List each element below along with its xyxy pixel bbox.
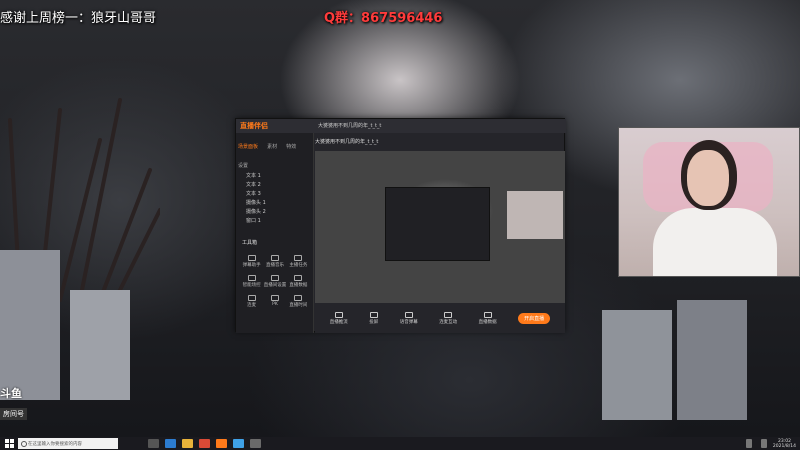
tool-stats[interactable]: 直播数据 — [287, 275, 310, 288]
sidebar-tab-assets[interactable]: 素材 — [267, 143, 277, 150]
windows-logo-icon — [4, 439, 14, 448]
room-settings-icon — [270, 275, 279, 281]
music-icon — [270, 255, 279, 261]
scene-item[interactable]: 文本 1 — [236, 171, 313, 180]
nested-preview-window — [385, 187, 490, 261]
taskbar-search[interactable]: 在这里输入你要搜索的内容 — [18, 438, 118, 449]
pencil-cup-decoration — [602, 300, 747, 420]
toolbox-grid: 弹幕助手 直播音乐 主播任务 智能场控 直播间设置 直播数据 连麦 PK 直播时… — [240, 255, 310, 308]
scene-sidebar: 场景面板 素材 特效 设置 文本 1 文本 2 文本 3 摄像头 1 摄像头 2… — [236, 133, 314, 333]
scene-item[interactable]: 摄像头 2 — [236, 207, 313, 216]
app-icon[interactable] — [250, 439, 261, 448]
clock[interactable]: 23:02 2021/8/14 — [773, 439, 796, 449]
explorer-icon[interactable] — [182, 439, 193, 448]
nested-webcam-preview — [507, 191, 563, 239]
app-titlebar: 直播伴侣 — [236, 119, 566, 133]
preview-caption: 大婆婆用不到几周的年_t_t_t — [315, 139, 379, 145]
task-view-icon[interactable] — [148, 439, 159, 448]
tool-pk[interactable]: PK — [263, 295, 286, 308]
system-tray: 23:02 2021/8/14 — [743, 439, 800, 449]
scene-item[interactable]: 摄像头 1 — [236, 198, 313, 207]
pk-icon — [270, 295, 279, 301]
link-icon — [247, 295, 256, 301]
voice-danmu-button[interactable]: 语音弹幕 — [400, 311, 418, 325]
tool-time[interactable]: 直播时间 — [287, 295, 310, 308]
tool-room-settings[interactable]: 直播间设置 — [263, 275, 286, 288]
stats-icon — [294, 275, 303, 281]
sidebar-tab-settings[interactable]: 设置 — [238, 162, 248, 169]
logo-room-text: 房间号 — [0, 408, 27, 420]
app-icon[interactable] — [233, 439, 244, 448]
monitor-icon — [334, 311, 343, 318]
mic-icon — [444, 311, 453, 318]
qq-group-text: Q群：867596446 — [324, 11, 443, 26]
start-live-button[interactable]: 开启直播 — [518, 312, 551, 324]
volume-icon[interactable] — [760, 439, 767, 448]
tool-danmu[interactable]: 弹幕助手 — [240, 255, 263, 268]
start-button[interactable] — [0, 437, 18, 450]
network-icon[interactable] — [745, 439, 752, 448]
toolbox-title: 工具箱 — [242, 240, 258, 246]
sidebar-tab-scenes[interactable]: 场景面板 — [238, 143, 258, 150]
chrome-icon[interactable] — [199, 439, 210, 448]
control-icon — [247, 275, 256, 281]
webcam-window — [618, 127, 800, 277]
live-preview — [315, 151, 565, 303]
person-body-shape — [653, 208, 777, 276]
cast-button[interactable]: 投屏 — [369, 311, 378, 325]
edge-icon[interactable] — [165, 439, 176, 448]
top-supporter-text: 感谢上周榜一：狼牙山哥哥 — [0, 11, 157, 26]
scene-item[interactable]: 文本 3 — [236, 189, 313, 198]
voice-icon — [404, 311, 413, 318]
tool-control[interactable]: 智能场控 — [240, 275, 263, 288]
taskbar: 在这里输入你要搜索的内容 23:02 2021/8/14 — [0, 437, 800, 450]
sidebar-tab-effects[interactable]: 特效 — [286, 143, 296, 150]
chart-icon — [483, 311, 492, 318]
cast-icon — [369, 311, 378, 318]
logo-top-text: 斗鱼 — [0, 387, 22, 400]
tool-task[interactable]: 主播任务 — [287, 255, 310, 268]
scene-item[interactable]: 窗口 1 — [236, 216, 313, 225]
push-stream-button[interactable]: 直播推流 — [330, 311, 348, 325]
tool-music[interactable]: 直播音乐 — [263, 255, 286, 268]
task-icon — [294, 255, 303, 261]
streaming-app-window[interactable]: 直播伴侣 大婆婆用不到几周的年_t_t_t 场景面板 素材 特效 设置 文本 1… — [235, 118, 566, 333]
scene-item[interactable]: 文本 2 — [236, 180, 313, 189]
brush-cup-decoration — [0, 98, 160, 400]
danmu-icon — [247, 255, 256, 261]
app-window-title: 大婆婆用不到几周的年_t_t_t — [318, 123, 382, 129]
mic-link-button[interactable]: 连麦互动 — [439, 311, 457, 325]
app-icon[interactable] — [216, 439, 227, 448]
clock-icon — [294, 295, 303, 301]
tool-link[interactable]: 连麦 — [240, 295, 263, 308]
douyu-logo: 斗鱼 房间号 — [0, 385, 56, 421]
stream-canvas: 感谢上周榜一：狼牙山哥哥 Q群：867596446 直播伴侣 大婆婆用不到几周的… — [0, 0, 800, 450]
app-logo: 直播伴侣 — [240, 122, 268, 130]
bottom-toolbar: 直播推流 投屏 语音弹幕 连麦互动 直播数据 开启直播 — [315, 303, 565, 333]
person-face-shape — [687, 150, 729, 206]
live-data-button[interactable]: 直播数据 — [479, 311, 497, 325]
